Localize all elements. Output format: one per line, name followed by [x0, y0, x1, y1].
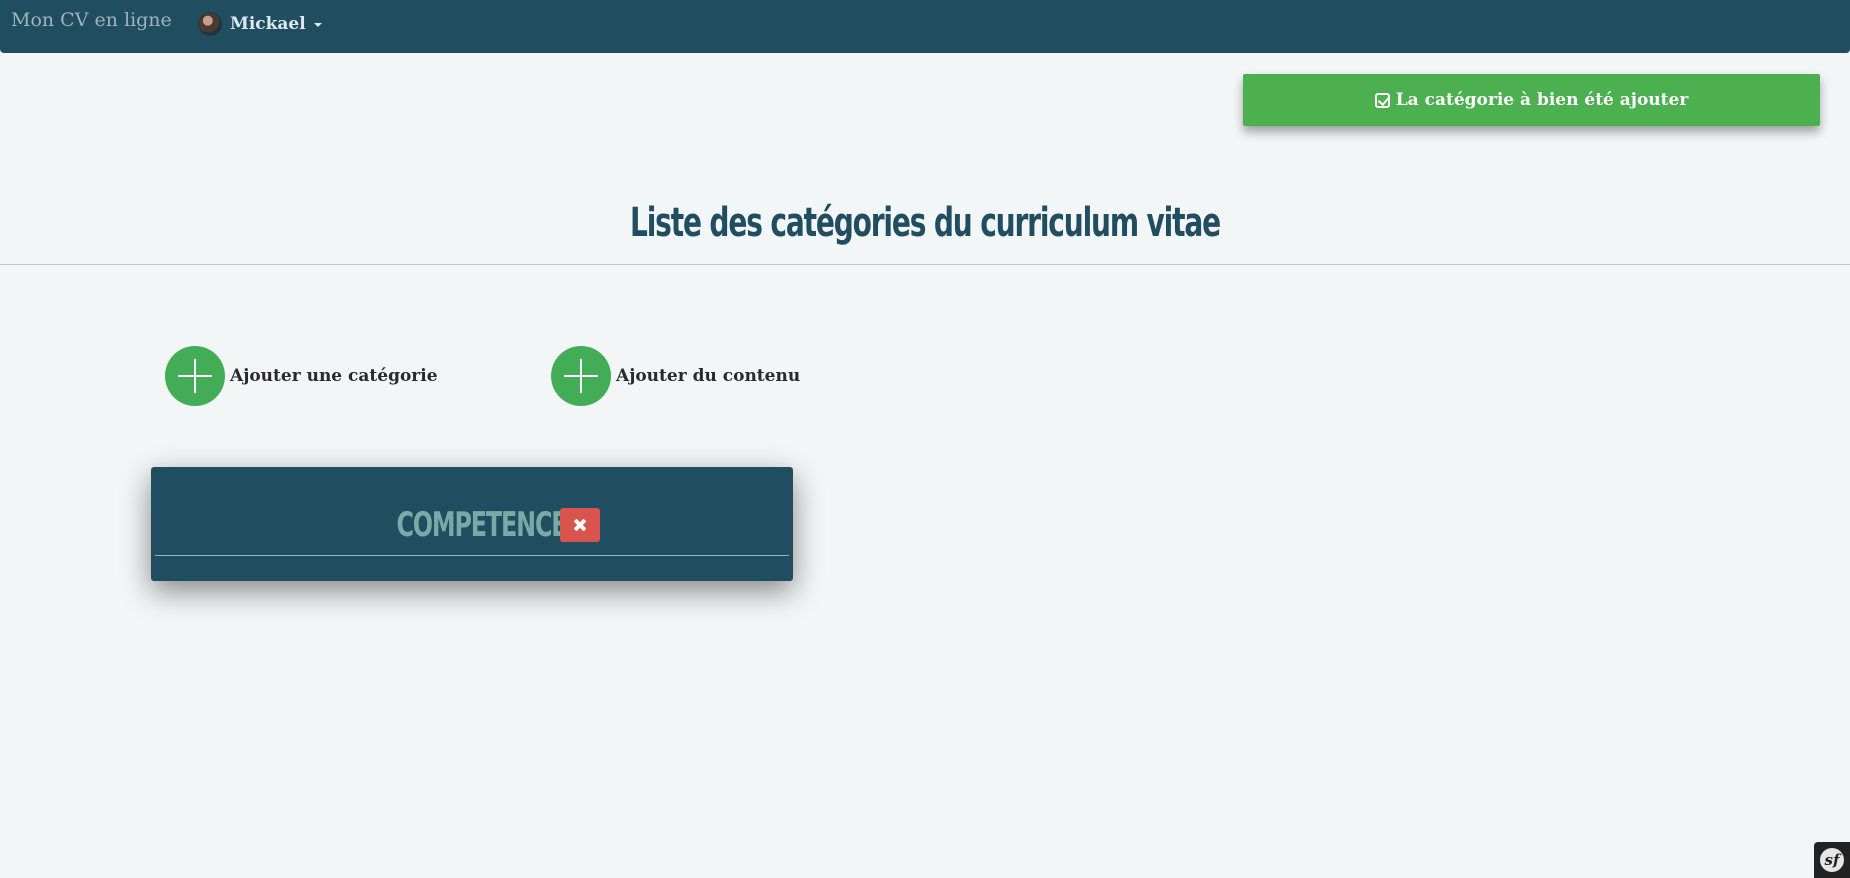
- user-name: Mickael: [230, 14, 306, 34]
- delete-category-button[interactable]: [560, 508, 601, 542]
- brand-link[interactable]: Mon CV en ligne: [11, 9, 172, 31]
- plus-circle-icon: [551, 346, 611, 406]
- avatar: [198, 12, 222, 36]
- plus-circle-icon: [165, 346, 225, 406]
- symfony-logo-icon: sf: [1820, 848, 1844, 872]
- alert-message: La catégorie à bien été ajouter: [1395, 90, 1689, 110]
- category-header: COMPETENCES: [151, 505, 793, 545]
- caret-down-icon: [313, 23, 322, 27]
- top-navbar: Mon CV en ligne Mickael: [0, 0, 1850, 53]
- check-square-icon: [1374, 92, 1390, 108]
- user-menu-toggle[interactable]: Mickael: [198, 11, 322, 37]
- add-category-button[interactable]: Ajouter une catégorie: [165, 346, 438, 406]
- page-title: Liste des catégories du curriculum vitae: [630, 200, 1221, 246]
- category-card: COMPETENCES: [151, 467, 793, 581]
- add-category-label: Ajouter une catégorie: [230, 366, 438, 386]
- add-content-label: Ajouter du contenu: [616, 366, 801, 386]
- success-alert: La catégorie à bien été ajouter: [1243, 74, 1820, 126]
- add-content-button[interactable]: Ajouter du contenu: [551, 346, 800, 406]
- symfony-toolbar-toggle[interactable]: sf: [1814, 842, 1850, 878]
- title-divider: [0, 264, 1850, 265]
- category-divider: [155, 555, 789, 556]
- category-title: COMPETENCES: [396, 505, 583, 545]
